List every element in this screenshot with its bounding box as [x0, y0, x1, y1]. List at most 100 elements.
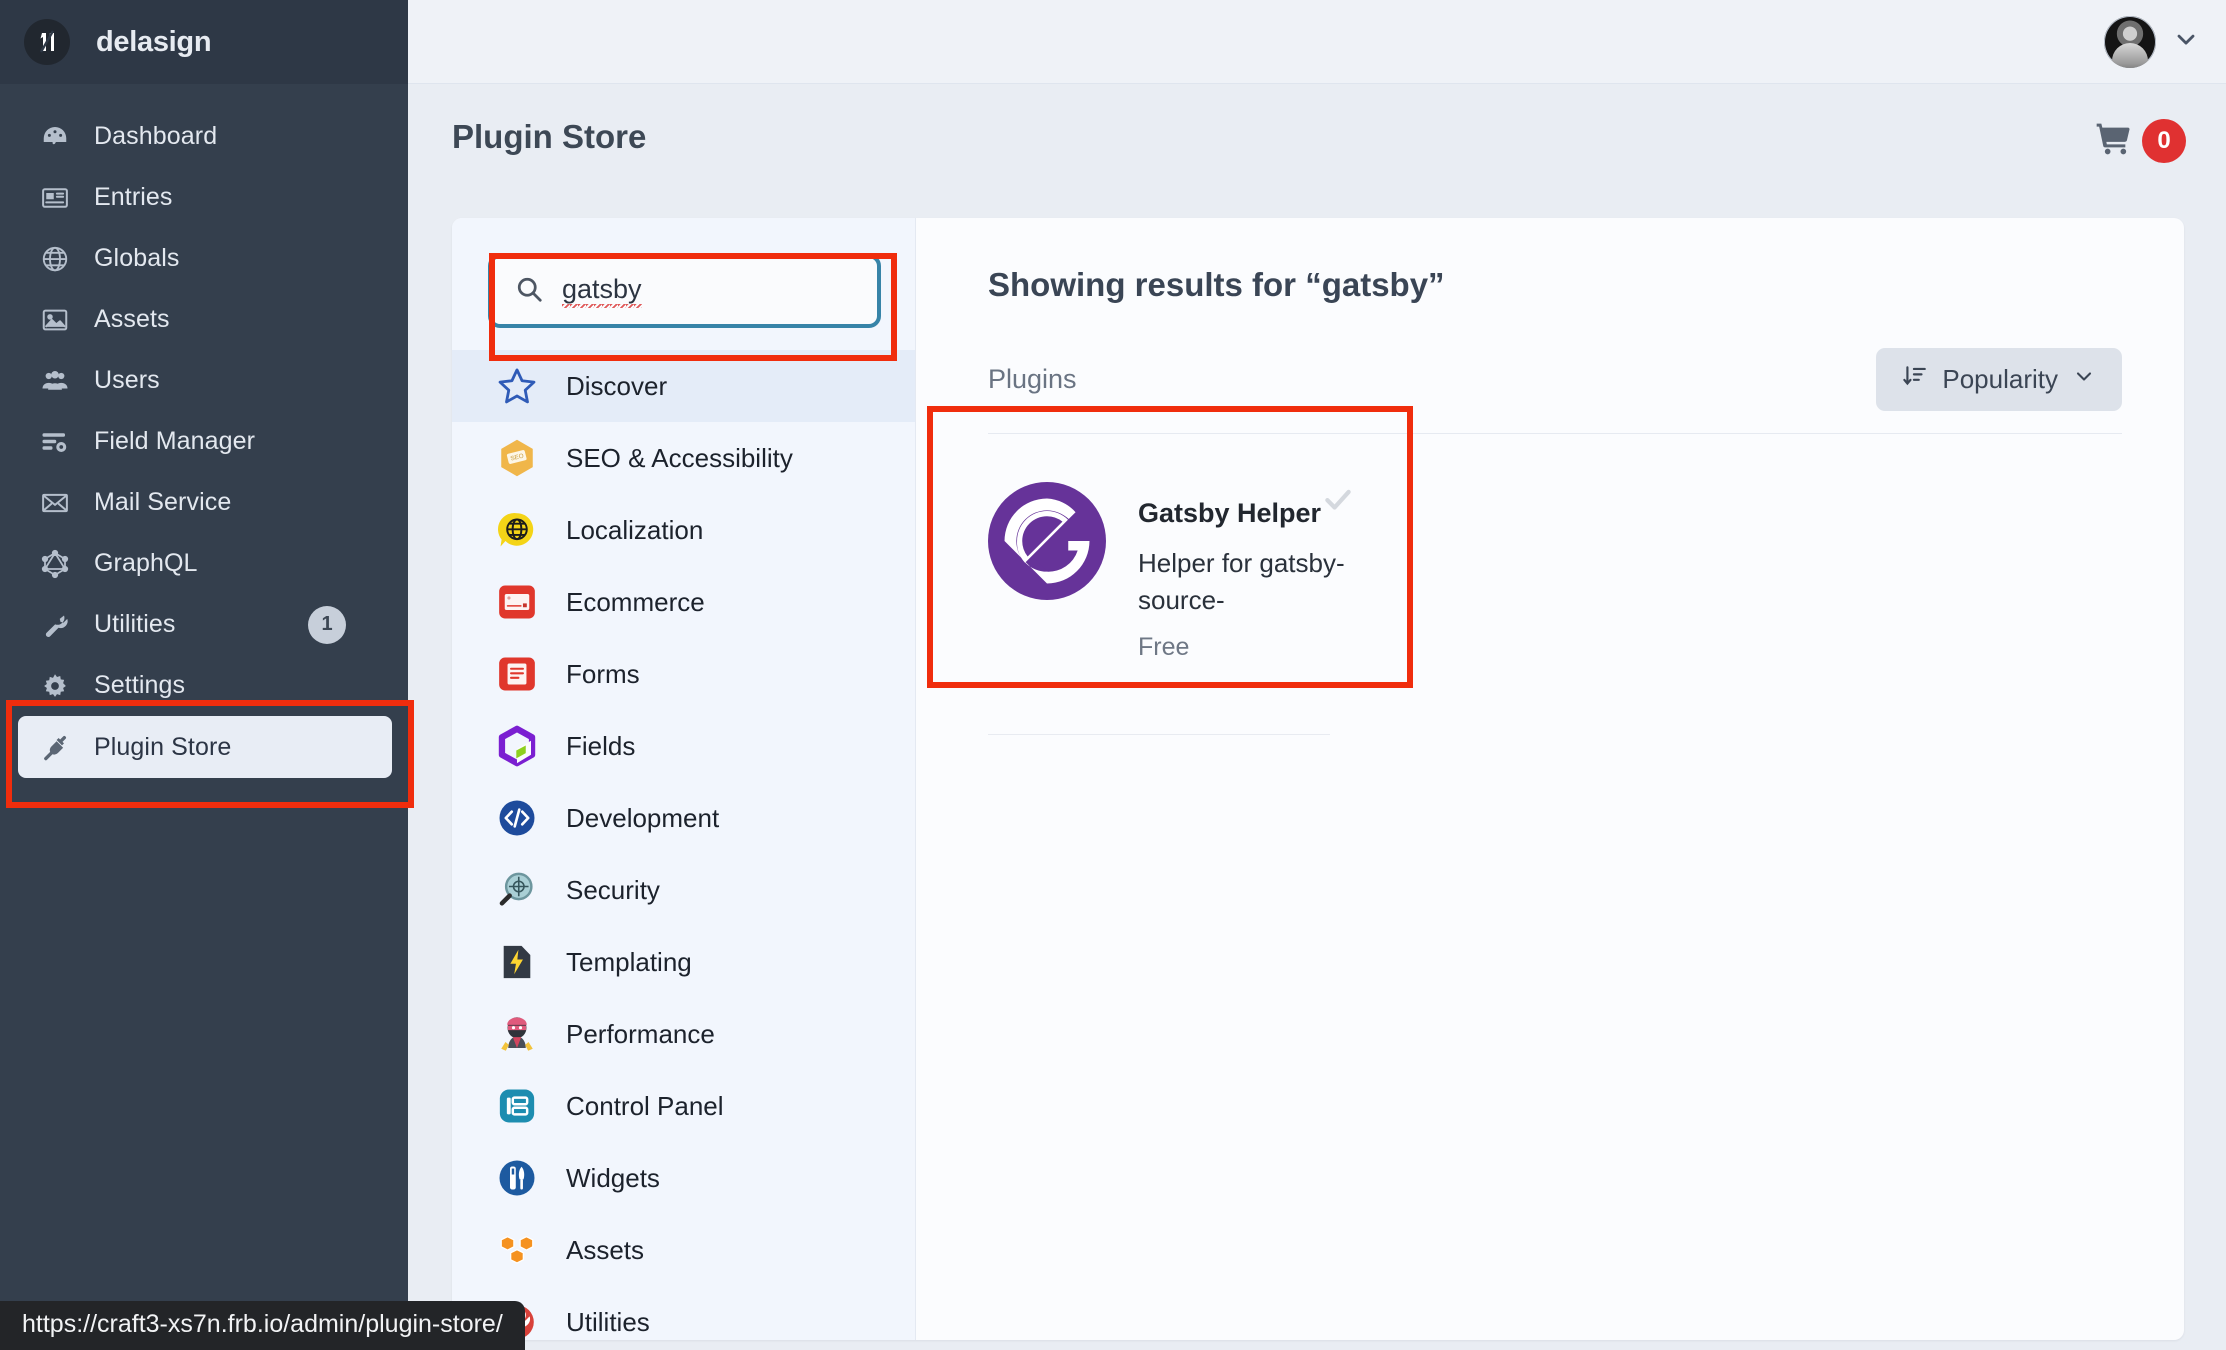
- sidebar-item-label: Plugin Store: [94, 732, 232, 761]
- lightning-file-icon: [494, 939, 540, 985]
- plugin-price: Free: [1138, 632, 1190, 661]
- category-item-discover[interactable]: Discover: [452, 350, 915, 422]
- seo-tag-icon: SEO: [494, 435, 540, 481]
- brand-name: delasign: [96, 25, 212, 58]
- gear-icon: [38, 669, 72, 703]
- category-item-fields[interactable]: Fields: [452, 710, 915, 782]
- plugin-card[interactable]: Gatsby Helper Helper for gatsby-source- …: [988, 482, 1398, 735]
- category-label: Templating: [566, 946, 692, 977]
- cart-button[interactable]: 0: [2094, 118, 2186, 163]
- eleven-logo-icon: [24, 19, 70, 65]
- plugin-name: Gatsby Helper: [1138, 489, 1351, 529]
- sidebar-item-graphql[interactable]: GraphQL: [0, 533, 408, 594]
- wrench-icon: [38, 608, 72, 642]
- plugin-store-app: delasign Dashboard Entries Globals Asset…: [0, 0, 2226, 1350]
- sidebar-item-dashboard[interactable]: Dashboard: [0, 106, 408, 167]
- fields-hex-icon: [494, 723, 540, 769]
- category-label: Forms: [566, 658, 640, 689]
- category-item-assets[interactable]: Assets: [452, 1214, 915, 1286]
- main-content: Plugin Store 0 gatsby Discover SEO SEO &…: [408, 0, 2226, 1350]
- boxes-icon: [494, 1227, 540, 1273]
- gatsby-logo-icon: [988, 482, 1106, 600]
- sidebar-item-field-manager[interactable]: Field Manager: [0, 411, 408, 472]
- brand-header[interactable]: delasign: [0, 0, 408, 84]
- search-input[interactable]: gatsby: [488, 254, 881, 328]
- envelope-icon: [38, 486, 72, 520]
- account-menu[interactable]: [2104, 15, 2200, 68]
- sort-button[interactable]: Popularity: [1876, 348, 2122, 411]
- sort-button-label: Popularity: [1942, 364, 2058, 394]
- category-label: SEO & Accessibility: [566, 442, 793, 473]
- sidebar-item-label: Settings: [94, 671, 186, 699]
- users-icon: [38, 364, 72, 398]
- widgets-icon: [494, 1155, 540, 1201]
- category-item-widgets[interactable]: Widgets: [452, 1142, 915, 1214]
- sidebar-item-users[interactable]: Users: [0, 350, 408, 411]
- category-item-ecommerce[interactable]: Ecommerce: [452, 566, 915, 638]
- image-icon: [38, 303, 72, 337]
- category-list: Discover SEO SEO & Accessibility Localiz…: [452, 346, 915, 1340]
- chevron-down-icon: [2172, 25, 2200, 58]
- sidebar-item-assets[interactable]: Assets: [0, 289, 408, 350]
- sliders-gear-icon: [38, 425, 72, 459]
- sidebar-item-label: Mail Service: [94, 488, 232, 516]
- chevron-down-icon: [2072, 364, 2096, 395]
- shopping-cart-icon: [2094, 118, 2134, 163]
- category-label: Localization: [566, 514, 704, 545]
- cart-count-badge: 0: [2142, 118, 2186, 163]
- sidebar-item-label: Dashboard: [94, 122, 218, 150]
- page-title: Plugin Store: [452, 118, 647, 155]
- credit-card-icon: [494, 579, 540, 625]
- entries-icon: [38, 181, 72, 215]
- sidebar-nav: Dashboard Entries Globals Assets Users F…: [0, 84, 408, 778]
- results-section-label: Plugins: [988, 364, 1077, 394]
- plugin-store-panel: gatsby Discover SEO SEO & Accessibility …: [452, 218, 2184, 1340]
- sidebar-item-label: Users: [94, 366, 160, 394]
- sidebar-item-label: Utilities: [94, 610, 176, 638]
- category-label: Fields: [566, 730, 636, 761]
- check-icon: [1321, 482, 1355, 523]
- category-label: Control Panel: [566, 1090, 724, 1121]
- category-item-performance[interactable]: Performance: [452, 998, 915, 1070]
- plugin-card-divider: [988, 734, 1330, 735]
- magnifier-target-icon: [494, 867, 540, 913]
- category-item-templating[interactable]: Templating: [452, 926, 915, 998]
- sidebar-item-mail-service[interactable]: Mail Service: [0, 472, 408, 533]
- sidebar-item-plugin-store[interactable]: Plugin Store: [18, 716, 392, 778]
- results-divider: [988, 433, 2122, 434]
- category-label: Development: [566, 802, 720, 833]
- sidebar-item-globals[interactable]: Globals: [0, 228, 408, 289]
- category-label: Ecommerce: [566, 586, 705, 617]
- category-item-seo[interactable]: SEO SEO & Accessibility: [452, 422, 915, 494]
- category-label: Discover: [566, 370, 668, 401]
- sidebar-item-entries[interactable]: Entries: [0, 167, 408, 228]
- sidebar-item-label: Globals: [94, 244, 180, 272]
- plugin-description: Helper for gatsby-source-: [1138, 548, 1345, 615]
- sidebar-item-label: Assets: [94, 305, 170, 333]
- topbar: [408, 0, 2226, 84]
- ninja-icon: [494, 1011, 540, 1057]
- category-label: Utilities: [566, 1306, 650, 1337]
- category-item-control-panel[interactable]: Control Panel: [452, 1070, 915, 1142]
- results-title: Showing results for “gatsby”: [988, 266, 1445, 303]
- sort-descending-icon: [1902, 363, 1928, 396]
- sidebar-item-label: Field Manager: [94, 427, 256, 455]
- category-item-localization[interactable]: Localization: [452, 494, 915, 566]
- sidebar-item-label: Entries: [94, 183, 173, 211]
- sidebar-item-settings[interactable]: Settings: [0, 655, 408, 716]
- category-item-security[interactable]: Security: [452, 854, 915, 926]
- category-item-development[interactable]: Development: [452, 782, 915, 854]
- sidebar: delasign Dashboard Entries Globals Asset…: [0, 0, 408, 1350]
- category-item-forms[interactable]: Forms: [452, 638, 915, 710]
- graphql-icon: [38, 547, 72, 581]
- search-icon: [514, 274, 544, 309]
- globe-icon: [38, 242, 72, 276]
- plug-icon: [38, 730, 72, 764]
- results-toolbar: Plugins Popularity: [988, 348, 2132, 411]
- code-brackets-icon: [494, 795, 540, 841]
- sidebar-item-utilities[interactable]: Utilities 1: [0, 594, 408, 655]
- form-document-icon: [494, 651, 540, 697]
- category-label: Assets: [566, 1234, 645, 1265]
- sidebar-item-label: GraphQL: [94, 549, 198, 577]
- search-input-value: gatsby: [562, 274, 642, 308]
